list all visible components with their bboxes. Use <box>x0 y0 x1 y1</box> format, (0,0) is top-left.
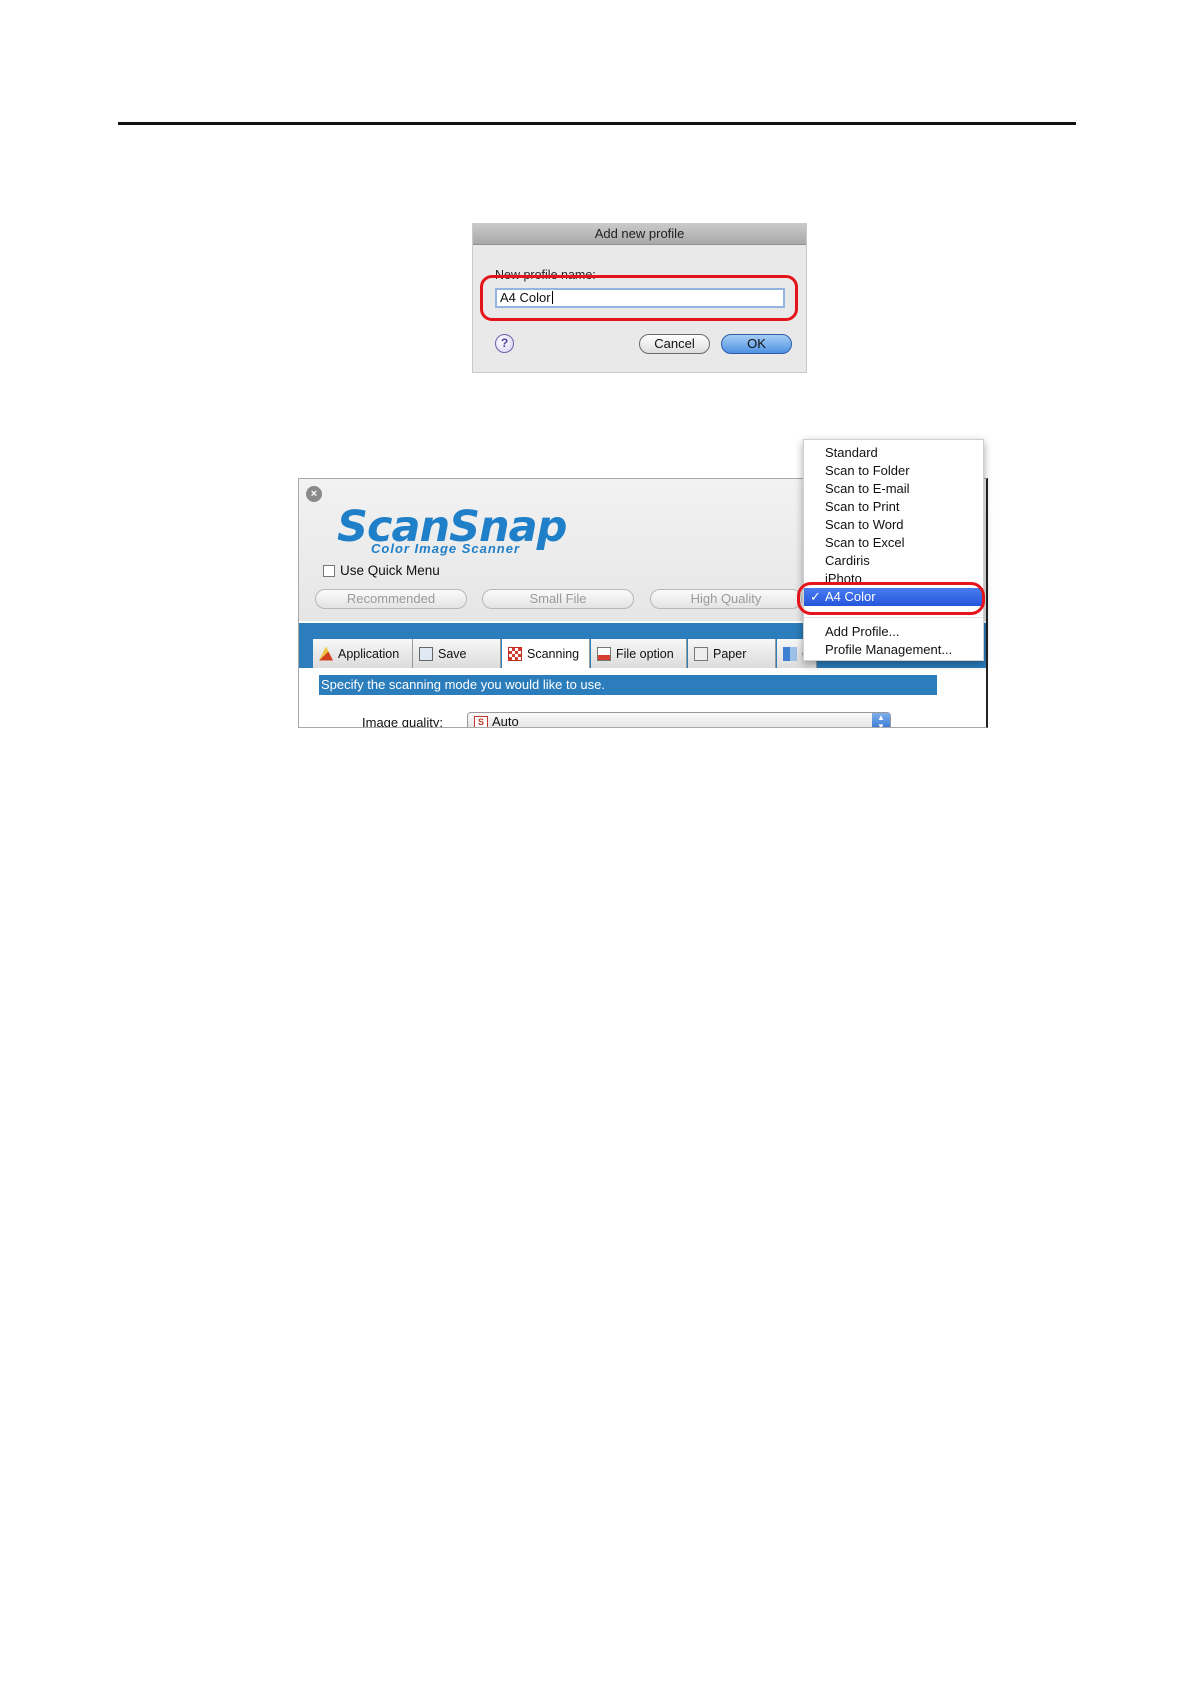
tab-scanning[interactable]: Scanning <box>502 639 590 668</box>
application-icon <box>319 646 333 661</box>
tab-label: Scanning <box>527 646 580 661</box>
compression-icon <box>783 646 797 661</box>
menu-item-standard[interactable]: Standard <box>804 444 983 462</box>
image-quality-value: Auto <box>492 714 519 728</box>
quick-menu-label: Use Quick Menu <box>340 563 440 578</box>
tab-application[interactable]: Application <box>313 639 413 668</box>
menu-item-scan-to-word[interactable]: Scan to Word <box>804 516 983 534</box>
tab-file-option[interactable]: File option <box>591 639 687 668</box>
help-icon[interactable]: ? <box>495 334 514 353</box>
ok-button[interactable]: OK <box>721 334 792 354</box>
tab-save[interactable]: Save <box>413 639 501 668</box>
folder-icon <box>419 646 433 661</box>
tab-label: Save <box>438 646 467 661</box>
scanning-icon <box>508 646 522 661</box>
menu-item-add-profile[interactable]: Add Profile... <box>804 623 983 641</box>
preset-small-file-button[interactable]: Small File <box>482 589 634 609</box>
tab-label: File option <box>616 646 674 661</box>
image-quality-label: Image quality: <box>362 715 443 728</box>
tab-paper[interactable]: Paper <box>688 639 776 668</box>
scansnap-s-icon: S <box>474 716 488 727</box>
cancel-button[interactable]: Cancel <box>639 334 710 354</box>
menu-highlight-ring <box>797 582 985 615</box>
logo-subtitle: Color Image Scanner <box>371 541 521 556</box>
image-quality-select[interactable]: S Auto ▲ ▼ <box>467 712 891 728</box>
menu-item-scan-to-excel[interactable]: Scan to Excel <box>804 534 983 552</box>
preset-high-quality-button[interactable]: High Quality <box>650 589 802 609</box>
menu-item-cardiris[interactable]: Cardiris <box>804 552 983 570</box>
select-arrows-icon[interactable]: ▲ ▼ <box>872 713 890 727</box>
page-top-rule <box>118 122 1076 125</box>
menu-item-scan-to-print[interactable]: Scan to Print <box>804 498 983 516</box>
tab-label: Paper <box>713 646 747 661</box>
dialog-title: Add new profile <box>473 224 806 245</box>
profile-dropdown-menu: Standard Scan to Folder Scan to E-mail S… <box>803 439 984 661</box>
preset-recommended-button[interactable]: Recommended <box>315 589 467 609</box>
scansnap-logo: ScanSnap Color Image Scanner <box>337 505 567 556</box>
tab-label: Application <box>338 646 400 661</box>
close-icon[interactable]: × <box>306 486 322 502</box>
quick-menu-checkbox[interactable] <box>323 564 335 577</box>
quick-menu-option[interactable]: Use Quick Menu <box>323 563 440 578</box>
menu-item-profile-management[interactable]: Profile Management... <box>804 641 983 659</box>
input-highlight-ring <box>480 275 798 321</box>
instruction-banner: Specify the scanning mode you would like… <box>319 675 937 695</box>
add-profile-dialog: Add new profile New profile name: A4 Col… <box>472 223 807 373</box>
paper-icon <box>694 646 708 661</box>
file-icon <box>597 646 611 661</box>
menu-item-iphoto[interactable]: iPhoto <box>804 570 983 582</box>
menu-item-scan-to-email[interactable]: Scan to E-mail <box>804 480 983 498</box>
menu-separator <box>804 617 983 618</box>
menu-item-scan-to-folder[interactable]: Scan to Folder <box>804 462 983 480</box>
